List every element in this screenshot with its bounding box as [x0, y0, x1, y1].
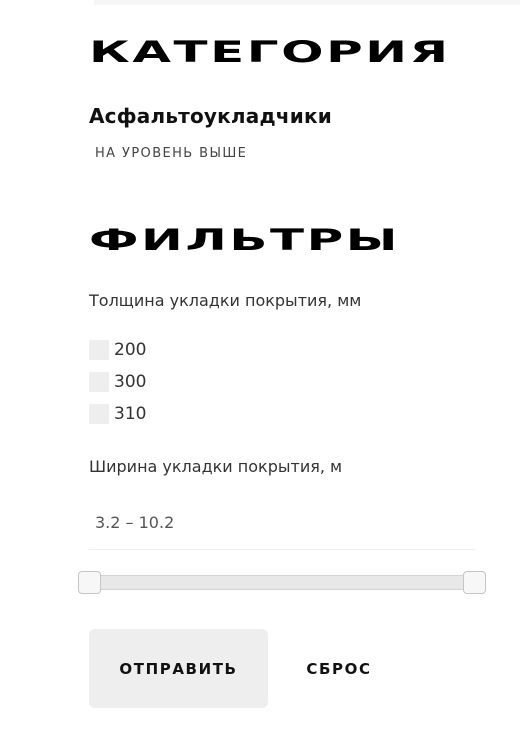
- submit-button[interactable]: ОТПРАВИТЬ: [89, 629, 268, 708]
- width-range-slider-track[interactable]: [80, 575, 485, 590]
- checkbox-label: 310: [114, 404, 147, 424]
- thickness-option-300[interactable]: 300: [89, 366, 146, 398]
- category-heading: КАТЕГОРИЯ: [89, 35, 451, 69]
- divider: [89, 549, 475, 550]
- checkbox-label: 200: [114, 340, 147, 360]
- current-category: Асфальтоукладчики: [89, 104, 332, 128]
- width-range-value: 3.2 – 10.2: [95, 513, 175, 532]
- width-filter-label: Ширина укладки покрытия, м: [89, 457, 343, 476]
- checkbox[interactable]: [89, 372, 109, 392]
- up-level-link[interactable]: НА УРОВЕНЬ ВЫШЕ: [95, 145, 247, 163]
- thickness-option-310[interactable]: 310: [89, 398, 146, 430]
- width-range-min-handle[interactable]: [78, 571, 101, 594]
- checkbox-label: 300: [114, 372, 147, 392]
- filters-heading: ФИЛЬТРЫ: [89, 223, 400, 257]
- width-range-max-handle[interactable]: [463, 571, 486, 594]
- thickness-filter-label: Толщина укладки покрытия, мм: [89, 291, 362, 310]
- checkbox[interactable]: [89, 340, 109, 360]
- thickness-option-200[interactable]: 200: [89, 334, 146, 366]
- reset-button[interactable]: СБРОС: [289, 629, 389, 708]
- thickness-options: 200 300 310: [89, 334, 146, 430]
- checkbox[interactable]: [89, 404, 109, 424]
- header-strip: [94, 0, 520, 5]
